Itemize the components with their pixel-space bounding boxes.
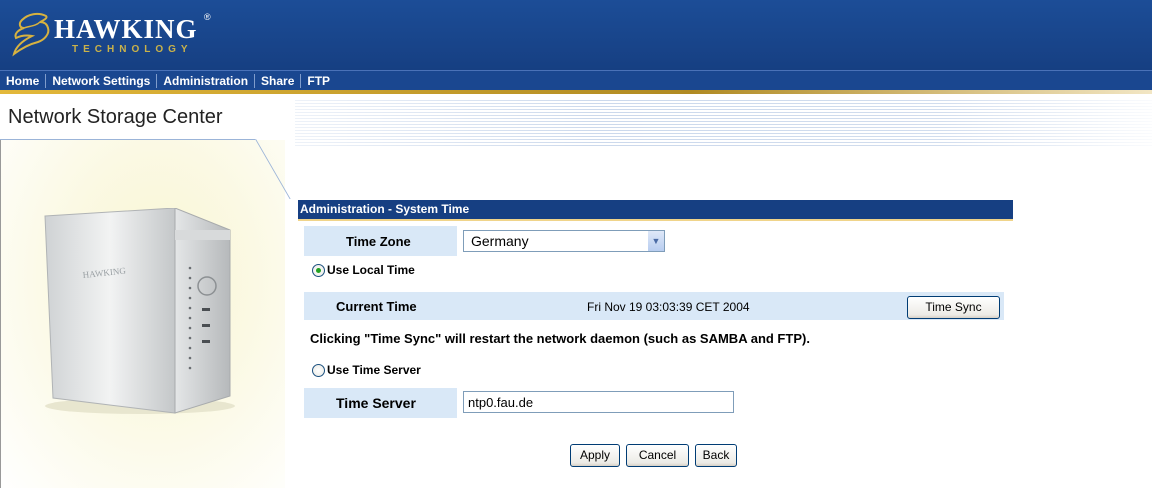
nav-ftp[interactable]: FTP <box>301 74 336 88</box>
left-panel: Network Storage Center HAWKING <box>0 94 291 488</box>
nav-administration[interactable]: Administration <box>157 74 254 88</box>
header-banner: HAWKING ® TECHNOLOGY <box>0 0 1152 70</box>
time-zone-label: Time Zone <box>346 234 411 249</box>
registered-mark: ® <box>204 12 211 22</box>
page-title: Network Storage Center <box>8 106 223 128</box>
time-server-input[interactable] <box>463 391 734 413</box>
hawking-logo: HAWKING ® TECHNOLOGY <box>8 10 228 62</box>
time-sync-note: Clicking "Time Sync" will restart the ne… <box>310 331 810 346</box>
header-stripes <box>295 100 1152 148</box>
time-server-label: Time Server <box>336 395 416 411</box>
time-zone-select[interactable]: Germany ▼ <box>463 230 665 252</box>
hawk-icon <box>12 12 50 57</box>
time-sync-button[interactable]: Time Sync <box>907 296 1000 319</box>
left-panel-border <box>0 140 1 488</box>
cancel-button[interactable]: Cancel <box>626 444 689 467</box>
nav-home[interactable]: Home <box>0 74 45 88</box>
nas-device-image: HAWKING <box>44 208 235 414</box>
brand-subtitle: TECHNOLOGY <box>72 44 193 55</box>
back-button[interactable]: Back <box>695 444 737 467</box>
nav-network-settings[interactable]: Network Settings <box>46 74 156 88</box>
main-nav: Home Network Settings Administration Sha… <box>0 70 1152 90</box>
section-header: Administration - System Time <box>298 200 1013 219</box>
use-time-server-label: Use Time Server <box>327 363 421 377</box>
use-time-server-radio[interactable] <box>312 364 325 377</box>
use-local-time-radio[interactable] <box>312 264 325 277</box>
section-header-rule <box>298 219 1013 221</box>
chevron-down-icon[interactable]: ▼ <box>647 231 664 251</box>
current-time-value: Fri Nov 19 03:03:39 CET 2004 <box>587 300 750 314</box>
brand-name: HAWKING <box>54 14 198 44</box>
time-zone-value: Germany <box>471 233 529 249</box>
nav-share[interactable]: Share <box>255 74 300 88</box>
current-time-label: Current Time <box>336 299 417 314</box>
use-local-time-label: Use Local Time <box>327 263 415 277</box>
apply-button[interactable]: Apply <box>570 444 620 467</box>
title-divider <box>0 139 255 140</box>
